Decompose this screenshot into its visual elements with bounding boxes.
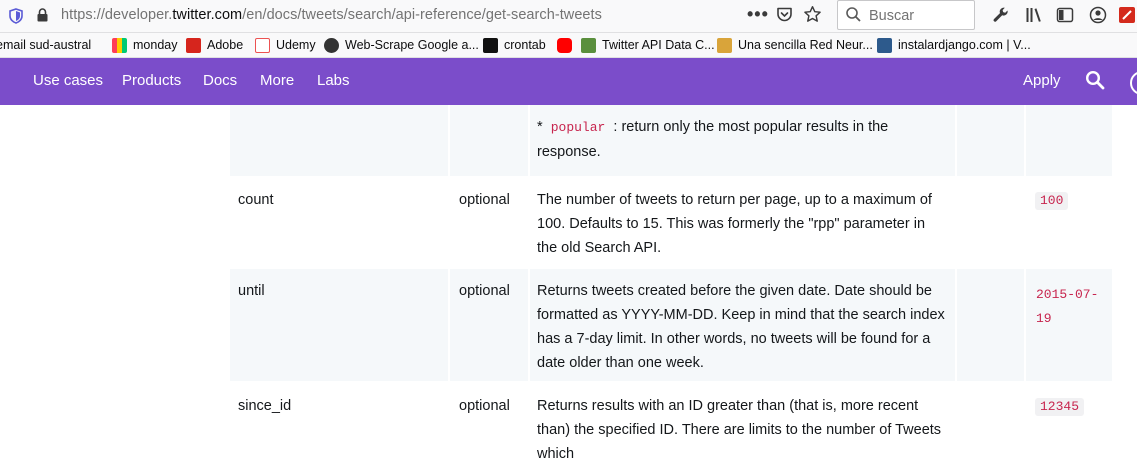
twitter-api-icon (581, 37, 596, 53)
youtube-icon (557, 37, 572, 53)
param-default: 12345 (1035, 398, 1085, 416)
param-default-cell: 12345 (1026, 384, 1112, 444)
account-icon[interactable] (1089, 6, 1107, 24)
neural-net-icon (717, 37, 732, 53)
param-extra-cell (957, 269, 1024, 381)
table-row: count optional The number of tweets to r… (230, 180, 1112, 268)
param-name-cell: count (230, 180, 448, 268)
lock-icon[interactable] (36, 8, 49, 22)
bookmark-web-scrape[interactable]: Web-Scrape Google a... (324, 36, 479, 54)
browser-toolbar: https://developer.twitter.com/en/docs/tw… (0, 0, 1137, 33)
param-description-cell: Returns results with an ID greater than … (530, 384, 955, 462)
param-required-cell: optional (450, 269, 528, 381)
account-avatar-icon[interactable] (1130, 71, 1137, 95)
bookmark-label: monday (133, 38, 178, 52)
monday-icon (112, 37, 127, 53)
address-bar[interactable]: https://developer.twitter.com/en/docs/tw… (61, 7, 602, 23)
param-name: until (238, 283, 265, 299)
nav-docs[interactable]: Docs (203, 72, 237, 89)
bookmark-crontab[interactable]: crontab (483, 36, 546, 54)
param-name-cell (230, 105, 448, 176)
bookmark-instalardjango[interactable]: instalardjango.com | V... (877, 36, 1031, 54)
param-name: since_id (238, 398, 292, 414)
bookmark-label: Twitter API Data C... (602, 38, 715, 52)
url-prefix: https://developer. (61, 7, 173, 23)
param-required: optional (459, 283, 510, 299)
bookmarks-bar: email sud-austral monday Adobe Udemy Web… (0, 33, 1137, 58)
bookmark-star-icon[interactable] (803, 5, 822, 24)
table-row: * popular : return only the most popular… (230, 105, 1112, 176)
bookmark-youtube[interactable] (557, 36, 578, 54)
bookmark-twitter-api[interactable]: Twitter API Data C... (581, 36, 715, 54)
param-extra-cell (957, 180, 1024, 268)
param-description: Returns results with an ID greater than … (537, 398, 942, 462)
bookmark-label: crontab (504, 38, 546, 52)
param-default: 2015-07-19 (1036, 287, 1099, 326)
bookmark-label: instalardjango.com | V... (898, 38, 1031, 52)
param-extra-cell (957, 384, 1024, 444)
param-default-cell: 100 (1026, 180, 1112, 268)
bookmark-label: Una sencilla Red Neur... (738, 38, 873, 52)
param-required: optional (459, 192, 510, 208)
bookmark-label: Udemy (276, 38, 316, 52)
url-domain: twitter.com (172, 7, 243, 23)
nav-apply[interactable]: Apply (1023, 72, 1061, 89)
library-icon[interactable] (1025, 6, 1043, 24)
param-description: The number of tweets to return per page,… (537, 192, 932, 256)
bullet: * (537, 119, 543, 135)
param-name-cell: until (230, 269, 448, 381)
bookmark-monday[interactable]: monday (112, 36, 177, 54)
search-icon (846, 7, 861, 22)
param-name: count (238, 192, 274, 208)
param-description-cell: Returns tweets created before the given … (530, 269, 955, 381)
page-actions-menu[interactable]: ••• (747, 4, 769, 25)
nav-more[interactable]: More (260, 72, 294, 89)
param-name-cell: since_id (230, 384, 448, 444)
param-description: * popular : return only the most popular… (537, 115, 947, 164)
param-default: 100 (1035, 192, 1069, 210)
bookmark-adobe[interactable]: Adobe (186, 36, 243, 54)
nav-products[interactable]: Products (122, 72, 181, 89)
nav-labs[interactable]: Labs (317, 72, 350, 89)
wrench-icon[interactable] (992, 6, 1010, 24)
bookmark-email[interactable]: email sud-austral (0, 36, 91, 54)
extension-icon[interactable] (1118, 6, 1136, 24)
table-row: since_id optional Returns results with a… (230, 384, 1112, 462)
pocket-icon[interactable] (776, 6, 793, 23)
param-required-cell (450, 105, 528, 176)
table-row: until optional Returns tweets created be… (230, 269, 1112, 381)
code-popular: popular (550, 120, 606, 135)
bookmark-label: email sud-austral (0, 38, 92, 52)
bookmark-label: Web-Scrape Google a... (345, 38, 479, 52)
param-description: Returns tweets created before the given … (537, 283, 945, 371)
param-description-cell: The number of tweets to return per page,… (530, 180, 955, 268)
site-nav: Use cases Products Docs More Labs Apply (0, 58, 1137, 105)
udemy-icon (255, 37, 270, 53)
bookmark-udemy[interactable]: Udemy (255, 36, 316, 54)
search-icon[interactable] (1085, 70, 1105, 90)
param-extra-cell (957, 105, 1024, 176)
browser-search-box[interactable] (837, 0, 975, 30)
param-required: optional (459, 398, 510, 414)
bookmark-label: Adobe (207, 38, 244, 52)
bookmark-red-neuronal[interactable]: Una sencilla Red Neur... (717, 36, 873, 54)
param-required-cell: optional (450, 384, 528, 444)
browser-search-input[interactable] (867, 5, 971, 27)
sidebar-icon[interactable] (1056, 6, 1074, 24)
param-default-cell (1026, 105, 1112, 176)
nav-use-cases[interactable]: Use cases (33, 72, 103, 89)
tracking-shield-icon[interactable] (9, 8, 23, 24)
github-icon (324, 37, 339, 53)
param-default-cell: 2015-07-19 (1026, 269, 1112, 381)
param-required-cell: optional (450, 180, 528, 268)
url-path: /en/docs/tweets/search/api-reference/get… (242, 7, 602, 23)
param-description-cell: * popular : return only the most popular… (530, 105, 955, 176)
instalardjango-icon (877, 37, 892, 53)
medium-icon (483, 37, 498, 53)
adobe-icon (186, 37, 201, 53)
